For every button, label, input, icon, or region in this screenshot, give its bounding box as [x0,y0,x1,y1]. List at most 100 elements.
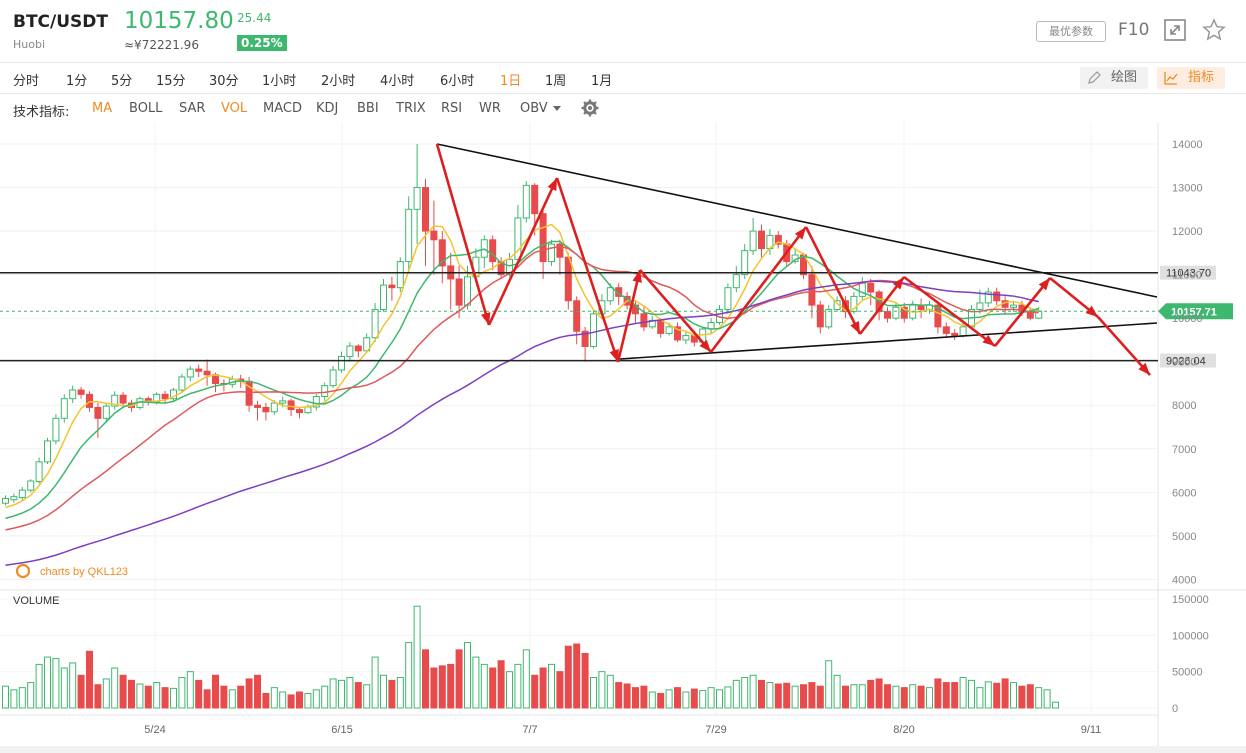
candle-body [464,276,471,306]
volume-bar [539,667,547,709]
indicator-obv[interactable]: OBV [520,101,548,116]
indicator-wr[interactable]: WR [479,101,501,116]
candle-body [548,243,555,263]
volume-bar [1052,701,1059,709]
indicator-trix[interactable]: TRIX [396,101,426,116]
volume-bar [984,681,992,709]
draw-button[interactable]: 绘图 [1080,67,1148,89]
chevron-down-icon[interactable] [552,105,562,113]
volume-bar [2,685,9,709]
gear-icon[interactable] [581,99,599,117]
candle-body [27,480,35,491]
candle-body [682,335,690,341]
period-tab[interactable]: 4小时 [380,70,414,89]
volume-tick-label: 50000 [1172,667,1203,679]
volume-bar [371,656,379,709]
candle-body [52,417,60,442]
volume-bar [858,684,866,709]
volume-bar [430,667,438,709]
candle-body [270,402,278,413]
period-tab[interactable]: 1小时 [262,70,296,89]
indicator-sar[interactable]: SAR [179,101,205,116]
best-params-button[interactable]: 最优参数 [1036,21,1106,42]
candle-body [665,326,673,334]
zigzag-arrowhead [547,178,557,191]
volume-bar [934,678,942,709]
candle-body [161,393,169,400]
period-tab-active[interactable]: 1日 [500,70,521,89]
candle-body [590,313,597,347]
qkl-logo-icon [15,563,31,579]
price-tick-label: 12000 [1172,226,1203,238]
price-tick-label: 4000 [1172,574,1196,586]
candle-body [178,376,186,391]
candle-body [371,308,379,339]
indicator-bbi[interactable]: BBI [357,101,379,116]
volume-bar [1001,678,1009,709]
indicator-macd[interactable]: MACD [263,101,302,116]
volume-bar [766,682,774,709]
indicator-ma[interactable]: MA [92,101,112,116]
volume-bar [1010,682,1017,709]
draw-label: 绘图 [1111,70,1138,85]
volume-bar [497,660,505,709]
volume-bar [632,687,639,709]
volume-bar [951,682,959,709]
candle-body [741,250,749,276]
indicator-rsi[interactable]: RSI [441,101,462,116]
volume-bar [850,684,858,709]
candle-body [1010,304,1017,308]
volume-bar [270,687,278,709]
volume-bar [909,684,917,709]
volume-bar [875,678,883,709]
period-tab[interactable]: 30分 [209,70,239,89]
volume-bar [111,667,119,709]
candle-body [657,319,665,334]
candle-body [884,311,891,319]
volume-bar [665,689,673,709]
period-tab[interactable]: 分时 [13,70,39,89]
period-tab[interactable]: 1周 [545,70,566,89]
f10-button[interactable]: F10 [1118,20,1149,40]
candle-body [867,282,875,293]
indicator-vol[interactable]: VOL [221,101,247,116]
kline-chart[interactable]: 11043.709026.0410157.71 1400013000120001… [0,122,1246,746]
period-tab[interactable]: 5分 [111,70,132,89]
volume-bar [690,688,698,709]
volume-bar [489,667,497,709]
volume-bar [35,663,43,709]
volume-bar [354,682,362,709]
volume-bar [682,691,690,709]
indicator-button[interactable]: 指标 [1157,67,1225,89]
volume-bar [573,643,581,709]
candle-body [430,230,438,241]
ma60-line [5,280,1039,566]
volume-bar [648,691,656,709]
candle-body [44,440,51,463]
star-icon[interactable] [1202,18,1226,42]
candle-body [455,278,463,306]
period-tab[interactable]: 15分 [156,70,186,89]
volume-bar [136,683,144,709]
indicator-kdj[interactable]: KDJ [316,101,338,116]
candle-body [976,302,984,310]
period-tab[interactable]: 1月 [591,70,612,89]
volume-bar [598,671,606,709]
volume-bar [287,694,295,709]
volume-bar [741,676,749,709]
volume-bar [867,679,875,709]
period-tab[interactable]: 1分 [66,70,87,89]
expand-icon[interactable] [1163,18,1187,42]
volume-bar [405,642,413,709]
volume-bar [926,687,933,709]
change-percent-badge: 0.25% [237,35,287,51]
volume-bar [657,692,665,709]
period-tab[interactable]: 6小时 [440,70,474,89]
period-tab[interactable]: 2小时 [321,70,355,89]
candle-body [254,404,261,408]
volume-bar [615,682,623,709]
candle-body [94,406,102,419]
ma10-line [5,240,1039,520]
indicator-boll[interactable]: BOLL [129,101,162,116]
period-bar: 分时 1分 5分 15分 30分 1小时 2小时 4小时 6小时 1日 1周 1… [0,63,1246,93]
